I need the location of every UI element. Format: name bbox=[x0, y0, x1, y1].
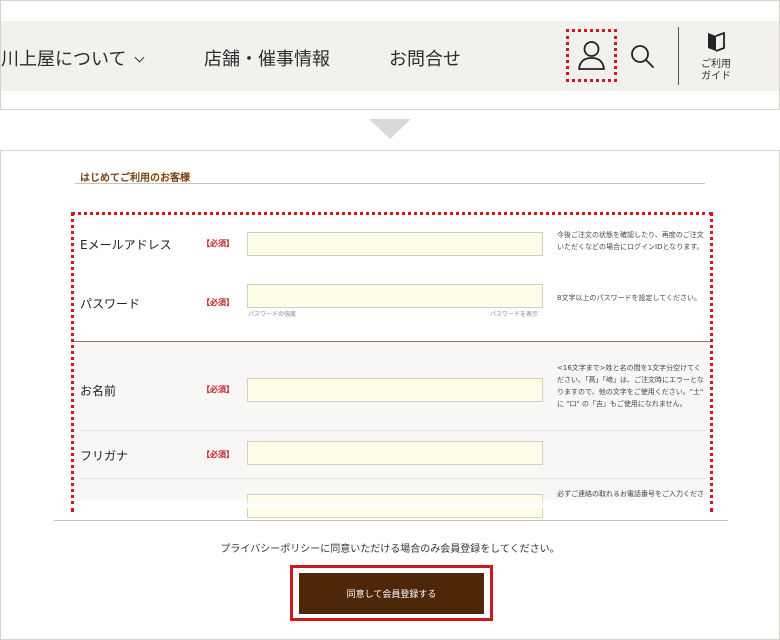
nav-about-label: 川上屋について bbox=[1, 49, 127, 70]
header-bar: 川上屋について 店舗・催事情報 お問合せ ご利用 ガイド bbox=[1, 21, 779, 91]
registration-panel: はじめてご利用のお客様 Eメールアドレス 【必須】 今後ご注文の状態を確認したり… bbox=[0, 150, 780, 640]
guide-button[interactable]: ご利用 ガイド bbox=[691, 29, 741, 85]
privacy-text: プライバシーポリシーに同意いただける場合のみ会員登録をしてください。 bbox=[220, 544, 560, 555]
arrow-down-icon bbox=[369, 119, 411, 139]
section-divider bbox=[75, 183, 705, 184]
book-icon bbox=[708, 31, 725, 52]
search-icon bbox=[631, 45, 654, 68]
chevron-down-icon bbox=[135, 52, 145, 63]
header-panel: 川上屋について 店舗・催事情報 お問合せ ご利用 ガイド bbox=[0, 0, 780, 110]
register-button[interactable]: 同意して会員登録する bbox=[299, 573, 484, 614]
search-button[interactable] bbox=[629, 43, 655, 69]
nav-stores[interactable]: 店舗・催事情報 bbox=[204, 45, 330, 71]
guide-label: ご利用 ガイド bbox=[701, 59, 731, 82]
user-icon bbox=[578, 41, 605, 70]
nav-about[interactable]: 川上屋について bbox=[1, 45, 145, 71]
account-button[interactable] bbox=[566, 29, 617, 82]
bottom-divider bbox=[54, 520, 728, 521]
header-divider bbox=[678, 27, 679, 85]
section-title: はじめてご利用のお客様 bbox=[80, 173, 190, 184]
nav-contact[interactable]: お問合せ bbox=[389, 45, 461, 71]
highlight-frame bbox=[71, 212, 713, 512]
